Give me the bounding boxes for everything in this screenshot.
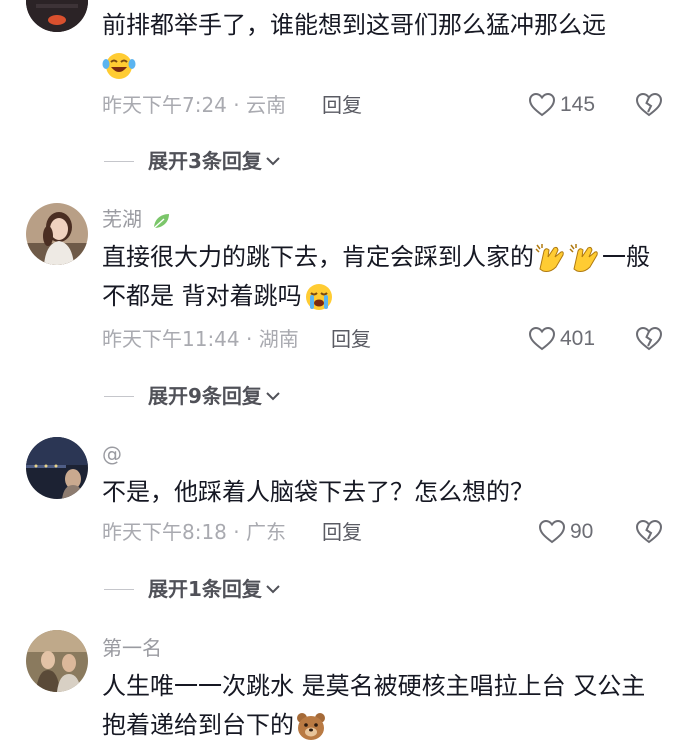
username[interactable]: 芜湖 [102, 207, 172, 232]
expand-replies-button[interactable]: 展开9条回复 [104, 384, 282, 408]
avatar[interactable] [26, 437, 88, 499]
reply-button[interactable]: 回复 [322, 93, 362, 117]
chevron-down-icon [266, 157, 280, 166]
crying-emoji [302, 282, 336, 312]
username[interactable]: @ [102, 442, 122, 466]
broken-heart-icon [635, 92, 663, 117]
laughing-tears-emoji [102, 50, 136, 80]
expand-replies-label: 展开1条回复 [148, 577, 262, 601]
heart-outline-icon [528, 326, 556, 351]
divider [104, 395, 134, 397]
like-button[interactable]: 90 [538, 518, 593, 546]
expand-replies-label: 展开9条回复 [148, 384, 262, 408]
chevron-down-icon [266, 392, 280, 401]
chevron-down-icon [266, 585, 280, 594]
divider [104, 588, 134, 590]
reply-button[interactable]: 回复 [331, 327, 371, 351]
broken-heart-icon [635, 326, 663, 351]
comment-text: 直接很大力的跳下去，肯定会踩到人家的 一般不都是 背对着跳吗 [102, 243, 650, 312]
bear-emoji [294, 711, 328, 741]
avatar[interactable] [26, 0, 88, 32]
like-button[interactable]: 401 [528, 325, 595, 353]
like-count: 90 [570, 520, 594, 543]
like-button[interactable]: 145 [528, 91, 595, 119]
comment-text: 不是，他踩着人脑袋下去了？怎么想的？ [102, 478, 534, 506]
comment-text: 前排都举手了，谁能想到这哥们那么猛冲那么远 [102, 6, 662, 84]
dislike-button[interactable] [634, 325, 664, 353]
expand-replies-label: 展开3条回复 [148, 149, 262, 173]
comment-meta: 昨天下午8:18 · 广东 [102, 520, 286, 544]
comment-text: 人生唯一一次跳水 是莫名被硬核主唱拉上台 又公主抱着递给到台下的 [102, 672, 646, 741]
dislike-button[interactable] [634, 91, 664, 119]
comment-meta: 昨天下午7:24 · 云南 [102, 93, 286, 117]
clapping-hands-emoji [568, 243, 602, 273]
clapping-hands-emoji [534, 243, 568, 273]
username[interactable]: 第一名 [102, 636, 162, 660]
expand-replies-button[interactable]: 展开1条回复 [104, 577, 282, 601]
like-count: 145 [560, 93, 596, 116]
heart-outline-icon [538, 519, 566, 544]
avatar[interactable] [26, 630, 88, 692]
leaf-icon [153, 213, 170, 229]
expand-replies-button[interactable]: 展开3条回复 [104, 149, 282, 173]
broken-heart-icon [635, 519, 663, 544]
dislike-button[interactable] [634, 518, 664, 546]
reply-button[interactable]: 回复 [322, 520, 362, 544]
comment-meta: 昨天下午11:44 · 湖南 [102, 327, 299, 351]
divider [104, 160, 134, 162]
heart-outline-icon [528, 92, 556, 117]
like-count: 401 [560, 327, 596, 350]
avatar[interactable] [26, 203, 88, 265]
